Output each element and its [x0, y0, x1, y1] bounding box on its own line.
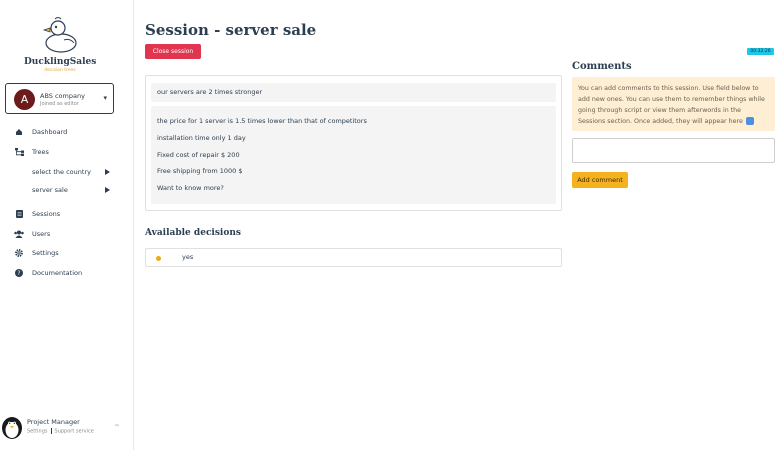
user-name: Project Manager — [27, 418, 80, 426]
company-avatar: A — [14, 89, 35, 110]
divider — [50, 428, 52, 434]
script-line: Free shipping from 1000 $ — [157, 167, 243, 175]
tree-item-select-country[interactable]: select the country — [32, 166, 110, 178]
sidebar-item-documentation[interactable]: ? Documentation — [14, 267, 82, 279]
comments-info-note: You can add comments to this session. Us… — [572, 77, 775, 131]
tree-item-server-sale[interactable]: server sale — [32, 184, 110, 196]
users-icon — [14, 229, 24, 239]
sidebar-item-label: Dashboard — [32, 128, 68, 136]
sessions-icon — [14, 209, 24, 219]
smile-emoji-icon — [745, 117, 754, 125]
sidebar-item-dashboard[interactable]: Dashboard — [14, 126, 67, 138]
script-line: Want to know more? — [157, 184, 224, 192]
duck-logo-icon — [42, 17, 77, 53]
decisions-title: Available decisions — [145, 228, 241, 238]
user-links: Settings Support service — [27, 428, 94, 435]
tree-icon — [14, 147, 24, 157]
logo-tagline: decision trees — [44, 68, 76, 73]
comments-title: Comments — [572, 61, 632, 72]
logout-icon[interactable]: ⇨ — [115, 423, 119, 429]
play-icon[interactable] — [105, 169, 110, 175]
home-icon — [14, 127, 24, 137]
decision-item[interactable]: yes — [145, 248, 562, 267]
logo-name: DucklingSales — [24, 57, 97, 67]
sidebar-item-settings[interactable]: Settings — [14, 247, 59, 259]
script-step-current: the price for 1 server is 1.5 times lowe… — [151, 106, 556, 204]
user-settings-link[interactable]: Settings — [27, 429, 48, 435]
sidebar-item-label: Documentation — [32, 269, 83, 277]
company-name: ABS company — [40, 92, 85, 100]
sidebar-item-label: Settings — [32, 249, 59, 257]
company-selector[interactable]: A ABS company Joined as editor ▾ — [5, 83, 114, 114]
script-card: our servers are 2 times stronger the pri… — [145, 75, 562, 211]
decision-label: yes — [182, 253, 194, 261]
svg-text:?: ? — [17, 270, 20, 277]
sidebar-item-label: Sessions — [32, 210, 61, 218]
sidebar-item-users[interactable]: Users — [14, 228, 50, 240]
comment-input[interactable] — [572, 138, 775, 163]
close-session-button[interactable]: Close session — [145, 44, 201, 59]
sidebar-item-label: Users — [32, 230, 51, 238]
sidebar-item-label: Trees — [32, 148, 49, 156]
bullet-icon — [156, 256, 161, 261]
sidebar: DucklingSales decision trees A ABS compa… — [0, 0, 134, 450]
script-line: installation time only 1 day — [157, 134, 246, 142]
tree-item-label: select the country — [32, 168, 91, 176]
question-icon: ? — [14, 268, 24, 278]
script-line: Fixed cost of repair $ 200 — [157, 151, 240, 159]
tree-item-label: server sale — [32, 186, 68, 194]
page-title: Session - server sale — [145, 21, 317, 39]
sidebar-item-trees[interactable]: Trees — [14, 146, 49, 158]
sidebar-item-sessions[interactable]: Sessions — [14, 208, 60, 220]
logo[interactable]: DucklingSales decision trees — [24, 16, 96, 78]
comments-info-text: You can add comments to this session. Us… — [578, 85, 765, 125]
script-step-previous: our servers are 2 times stronger — [151, 83, 556, 102]
user-panel: Project Manager Settings Support service … — [0, 413, 134, 443]
company-role: Joined as editor — [40, 101, 79, 107]
chevron-down-icon: ▾ — [103, 94, 107, 102]
script-line: the price for 1 server is 1.5 times lowe… — [157, 117, 367, 125]
gear-icon — [14, 248, 24, 258]
session-timer: 00:32:26 — [747, 48, 774, 55]
penguin-avatar[interactable] — [1, 415, 23, 439]
add-comment-button[interactable]: Add comment — [572, 172, 628, 188]
play-icon[interactable] — [105, 187, 110, 193]
support-link[interactable]: Support service — [55, 429, 94, 435]
